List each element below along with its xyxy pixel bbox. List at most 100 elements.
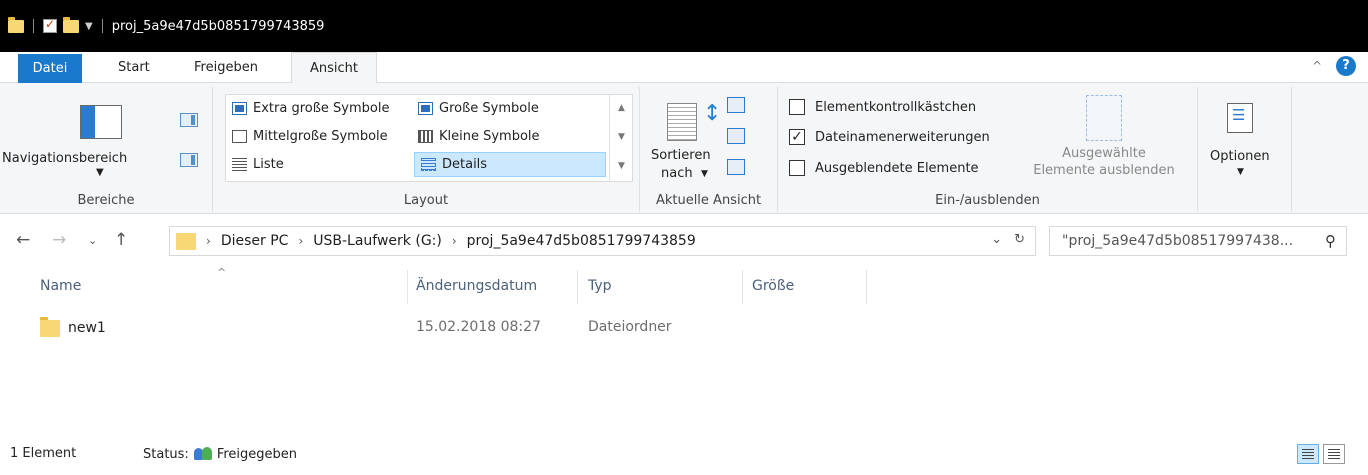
status-bar: 1 Element Status: Freigegeben xyxy=(0,440,1368,475)
refresh-icon[interactable]: ↻ xyxy=(1014,232,1025,247)
layout-medium-icons[interactable]: Mittelgroße Symbole xyxy=(226,124,416,149)
tab-datei[interactable]: Datei xyxy=(18,54,82,83)
customize-down-icon[interactable]: ▼ xyxy=(85,21,93,32)
breadcrumb-separator-icon[interactable]: › xyxy=(452,234,457,248)
options-icon[interactable] xyxy=(1227,103,1253,133)
checkbox-box-checked[interactable]: ✓ xyxy=(789,129,805,145)
hide-selected-icon xyxy=(1086,95,1122,141)
navigation-pane-icon[interactable] xyxy=(80,105,122,139)
address-dropdown-icon[interactable]: ⌄ xyxy=(991,232,1002,247)
help-icon[interactable]: ? xyxy=(1336,56,1356,76)
back-arrow-icon[interactable]: ← xyxy=(16,230,30,250)
collapse-ribbon-icon[interactable]: ^ xyxy=(1312,59,1322,73)
search-input[interactable]: "proj_5a9e47d5b08517997438... ⚲ xyxy=(1049,226,1347,256)
preview-pane-icon[interactable] xyxy=(180,113,198,127)
sort-button-label-1[interactable]: Sortieren xyxy=(651,148,711,163)
search-placeholder: "proj_5a9e47d5b08517997438... xyxy=(1062,233,1294,249)
breadcrumb-item-usb[interactable]: USB-Laufwerk (G:) xyxy=(313,233,442,249)
list-icon xyxy=(232,158,247,171)
layout-item-label: Kleine Symbole xyxy=(439,129,540,144)
breadcrumb-separator-icon[interactable]: › xyxy=(298,234,303,248)
checkbox-dateinamenerweiterungen[interactable]: ✓ Dateinamenerweiterungen xyxy=(789,129,990,145)
checkbox-box[interactable] xyxy=(789,160,805,176)
folder-icon[interactable] xyxy=(8,16,24,33)
small-icons-icon xyxy=(418,130,433,143)
scroll-up-icon[interactable]: ▲ xyxy=(610,94,633,123)
details-pane-icon[interactable] xyxy=(180,153,198,167)
layout-list[interactable]: Liste xyxy=(226,152,416,177)
details-icon xyxy=(421,158,436,171)
checkbox-box[interactable] xyxy=(789,99,805,115)
tab-freigeben[interactable]: Freigeben xyxy=(176,52,276,83)
layout-large-icons[interactable]: Große Symbole xyxy=(412,96,602,121)
sort-dropdown-icon[interactable]: ▼ xyxy=(701,169,708,179)
forward-arrow-icon[interactable]: → xyxy=(52,230,66,250)
quick-access-toolbar: ▼ xyxy=(8,16,106,33)
column-header-size[interactable]: Größe xyxy=(752,278,794,294)
medium-icons-icon xyxy=(232,130,247,143)
status-value: Freigegeben xyxy=(216,446,298,462)
layout-item-label: Extra große Symbole xyxy=(253,101,390,116)
large-icons-icon xyxy=(418,102,433,115)
checkbox-elementkontrollkaestchen[interactable]: Elementkontrollkästchen xyxy=(789,99,976,115)
breadcrumb-item-dieser-pc[interactable]: Dieser PC xyxy=(221,233,289,249)
properties-icon[interactable] xyxy=(43,17,57,33)
hide-selected-label-1: Ausgewählte xyxy=(1062,146,1146,161)
add-columns-icon[interactable] xyxy=(727,128,745,144)
hide-selected-button: Ausgewählte Elemente ausblenden xyxy=(1015,145,1193,179)
table-row[interactable]: new1 15.02.2018 08:27 Dateiordner xyxy=(40,314,720,342)
group-label-layout: Layout xyxy=(403,193,449,208)
ribbon-tabs: Datei Start Freigeben Ansicht ^ ? xyxy=(0,52,1368,84)
options-dropdown-icon[interactable]: ▼ xyxy=(1237,167,1244,177)
layout-details[interactable]: Details xyxy=(414,152,606,177)
up-arrow-icon[interactable]: ↑ xyxy=(114,230,128,250)
new-folder-icon[interactable] xyxy=(63,16,79,33)
layout-gallery-scroll[interactable]: ▲ ▼ ▼ xyxy=(609,94,633,182)
group-by-icon[interactable] xyxy=(727,97,745,113)
recent-locations-icon[interactable]: ⌄ xyxy=(88,234,97,247)
column-divider[interactable] xyxy=(742,270,743,304)
address-bar[interactable]: › Dieser PC › USB-Laufwerk (G:) › proj_5… xyxy=(169,226,1036,256)
breadcrumb-item-proj[interactable]: proj_5a9e47d5b0851799743859 xyxy=(467,233,696,249)
tab-start[interactable]: Start xyxy=(100,52,168,83)
sort-button-label-2[interactable]: nach xyxy=(661,166,693,181)
scroll-down-icon[interactable]: ▼ xyxy=(610,123,633,152)
options-button-label[interactable]: Optionen xyxy=(1210,149,1270,164)
column-header-date[interactable]: Änderungsdatum xyxy=(416,278,537,294)
group-label-ein-ausblenden: Ein-/ausblenden xyxy=(935,193,1040,208)
toolbar-separator xyxy=(33,19,34,33)
navpane-button-label[interactable]: Navigationsbereich xyxy=(2,151,127,166)
tab-ansicht[interactable]: Ansicht xyxy=(291,52,378,84)
hide-selected-label-2: Elemente ausblenden xyxy=(1033,163,1175,178)
gallery-more-icon[interactable]: ▼ xyxy=(610,152,633,181)
group-bereiche: Navigationsbereich ▼ Bereiche xyxy=(0,87,213,212)
layout-gallery: Extra große Symbole Große Symbole Mittel… xyxy=(225,94,633,182)
folder-icon xyxy=(176,232,196,250)
layout-extra-large-icons[interactable]: Extra große Symbole xyxy=(226,96,416,121)
breadcrumb-separator-icon[interactable]: › xyxy=(206,234,211,248)
sort-caret-icon: ^ xyxy=(217,266,227,279)
people-icon xyxy=(193,446,213,462)
navpane-dropdown-icon[interactable]: ▼ xyxy=(96,167,104,178)
large-icons-view-icon[interactable] xyxy=(1323,444,1345,464)
size-columns-icon[interactable] xyxy=(727,159,745,175)
search-icon[interactable]: ⚲ xyxy=(1325,232,1336,250)
column-divider[interactable] xyxy=(407,270,408,304)
title-bar: ▼ proj_5a9e47d5b0851799743859 xyxy=(0,0,1368,52)
column-divider[interactable] xyxy=(866,270,867,304)
row-date: 15.02.2018 08:27 xyxy=(416,319,541,335)
checkbox-label: Ausgeblendete Elemente xyxy=(815,160,979,176)
row-type: Dateiordner xyxy=(588,319,672,335)
layout-item-label: Große Symbole xyxy=(439,101,539,116)
sort-icon[interactable] xyxy=(667,103,697,141)
ribbon: Navigationsbereich ▼ Bereiche Layout Ext… xyxy=(0,83,1368,214)
row-name[interactable]: new1 xyxy=(68,320,106,336)
checkbox-label: Elementkontrollkästchen xyxy=(815,99,977,115)
column-header-type[interactable]: Typ xyxy=(588,278,612,294)
checkbox-ausgeblendete-elemente[interactable]: Ausgeblendete Elemente xyxy=(789,160,979,176)
status-item-count: 1 Element xyxy=(10,446,77,461)
column-header-name[interactable]: Name xyxy=(40,278,81,294)
column-divider[interactable] xyxy=(577,270,578,304)
layout-small-icons[interactable]: Kleine Symbole xyxy=(412,124,602,149)
details-view-icon[interactable] xyxy=(1297,444,1319,464)
